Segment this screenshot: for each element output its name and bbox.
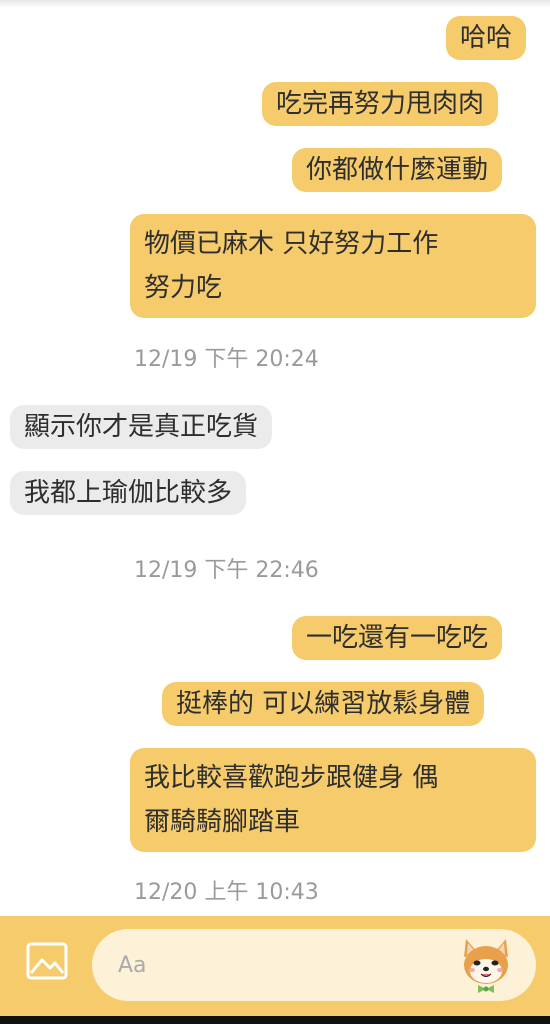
- shiba-dog-sticker-icon[interactable]: [458, 933, 514, 995]
- timestamp: 12/20 上午 10:43: [134, 880, 319, 905]
- message-composer: [0, 916, 550, 1016]
- message-line: 物價已麻木 只好努力工作: [144, 229, 439, 259]
- message-line: 爾騎騎腳踏車: [144, 807, 301, 837]
- message-input-box[interactable]: [92, 929, 536, 1001]
- top-edge-shadow: [0, 0, 550, 8]
- incoming-message[interactable]: 顯示你才是真正吃貨: [10, 405, 273, 449]
- timestamp: 12/19 下午 22:46: [134, 558, 319, 583]
- chat-screen: 哈哈 吃完再努力甩肉肉 你都做什麼運動 物價已麻木 只好努力工作 努力吃 12/…: [0, 0, 550, 1024]
- timestamp: 12/19 下午 20:24: [134, 347, 319, 372]
- outgoing-message[interactable]: 挺棒的 可以練習放鬆身體: [162, 682, 485, 726]
- image-icon[interactable]: [22, 938, 72, 984]
- outgoing-message[interactable]: 一吃還有一吃吃: [292, 616, 503, 660]
- message-line: 我比較喜歡跑步跟健身 偶: [144, 763, 439, 793]
- outgoing-message[interactable]: 哈哈: [446, 16, 527, 60]
- outgoing-message[interactable]: 我比較喜歡跑步跟健身 偶 爾騎騎腳踏車: [130, 748, 536, 852]
- system-nav-bar: [0, 1016, 550, 1024]
- outgoing-message[interactable]: 吃完再努力甩肉肉: [262, 82, 499, 126]
- outgoing-message[interactable]: 你都做什麼運動: [292, 148, 503, 192]
- message-input[interactable]: [118, 945, 438, 985]
- message-line: 努力吃: [144, 273, 223, 303]
- incoming-message[interactable]: 我都上瑜伽比較多: [10, 471, 247, 515]
- outgoing-message[interactable]: 物價已麻木 只好努力工作 努力吃: [130, 214, 536, 318]
